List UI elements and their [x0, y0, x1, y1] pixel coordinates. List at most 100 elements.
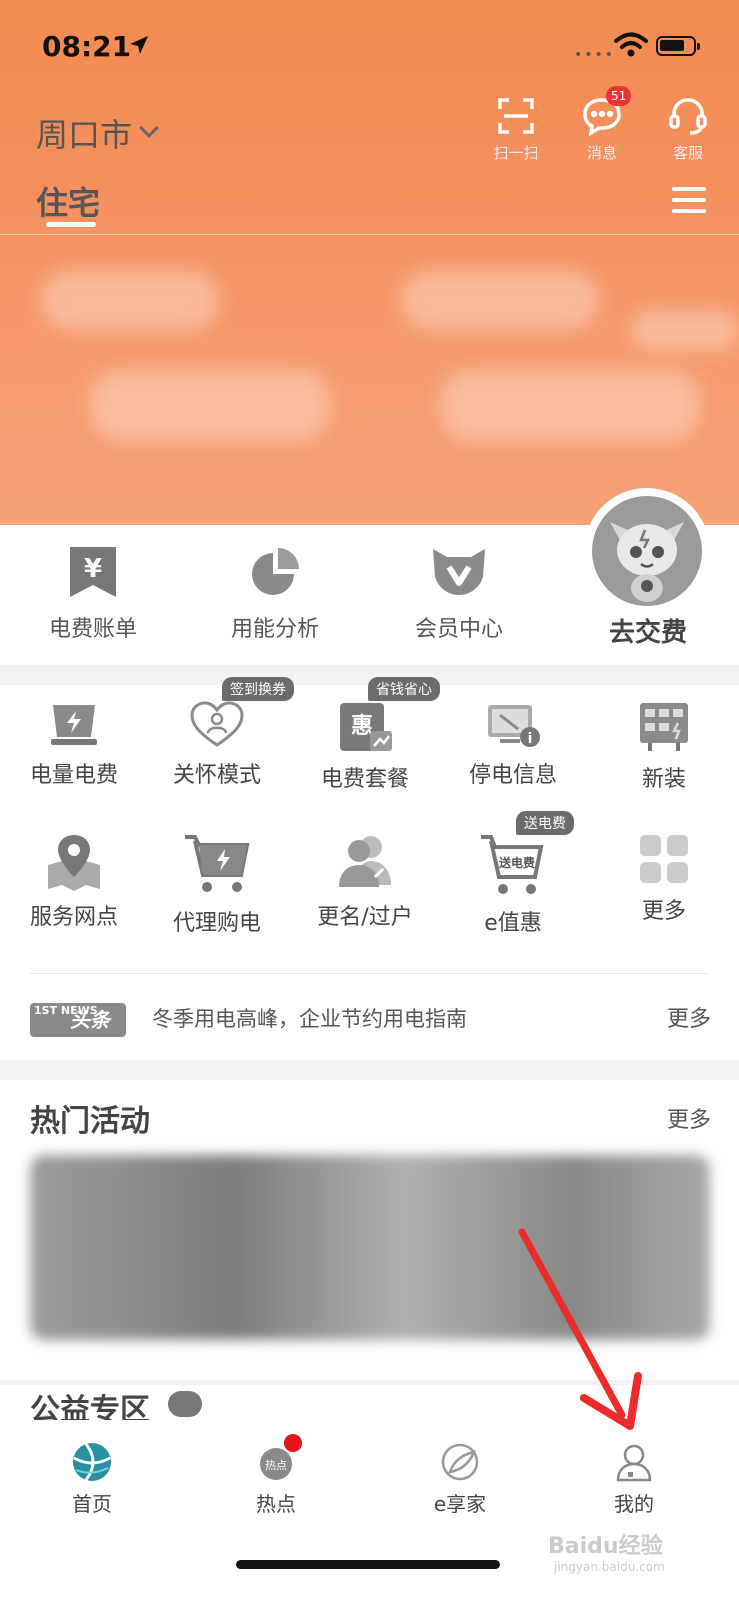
balance-card-blurred — [400, 270, 600, 330]
energy-analysis-label: 用能分析 — [230, 617, 319, 642]
service-outlets[interactable]: 服务网点 — [0, 833, 148, 931]
menu-icon[interactable] — [672, 187, 706, 220]
users-icon — [339, 836, 391, 887]
city-label: 周口市 — [36, 116, 133, 154]
service-label: 电费套餐 — [320, 767, 409, 792]
message-button[interactable]: 51 消息 — [570, 86, 634, 163]
outage-icon: i — [488, 705, 540, 747]
signal-icon: •••• — [574, 47, 616, 63]
service-rename-transfer[interactable]: 更名/过户 — [291, 833, 439, 931]
bill-label: 电费账单 — [48, 617, 137, 642]
scan-icon — [498, 98, 534, 134]
tab-e-home[interactable]: e享家 — [400, 1442, 520, 1517]
tab-label: e享家 — [433, 1492, 487, 1516]
vip-icon — [433, 549, 485, 595]
divider — [30, 973, 709, 974]
balance-info-blurred — [440, 370, 700, 440]
promo-tag: 送电费 — [516, 811, 574, 835]
service-label: 电量电费 — [29, 763, 118, 788]
tab-home[interactable]: 首页 — [32, 1442, 152, 1517]
message-badge: 51 — [606, 86, 632, 106]
news-logo-small: 1ST NEWS — [34, 1004, 98, 1017]
service-outage[interactable]: i 停电信息 — [439, 701, 587, 789]
customer-service-label: 客服 — [672, 144, 703, 162]
status-time: 08:21 — [42, 30, 132, 63]
promo-tag: 签到换券 — [222, 677, 294, 701]
scan-label: 扫一扫 — [493, 144, 539, 162]
news-more-link[interactable]: 更多 — [667, 1001, 711, 1033]
care-heart-icon — [190, 701, 244, 747]
tab-hot[interactable]: 热点 热点 — [216, 1434, 336, 1517]
activity-banner[interactable] — [30, 1155, 710, 1340]
profile-icon — [616, 1444, 652, 1482]
map-pin-icon — [48, 835, 100, 891]
service-label: 更名/过户 — [317, 905, 413, 930]
pay-button[interactable]: 去交费 — [578, 612, 718, 649]
service-e-value[interactable]: 送电费 e值惠 — [439, 833, 587, 937]
tab-active-indicator — [46, 222, 96, 227]
watermark-main: Baidu经验 — [548, 1534, 663, 1559]
header: 08:21 •••• 周口市 扫一扫 51 消息 客服 住宅 — [0, 0, 739, 525]
cart-bolt-icon — [185, 835, 250, 892]
headset-icon — [669, 98, 707, 135]
cart-gift-icon: 送电费 — [481, 835, 544, 894]
customer-service-button[interactable]: 客服 — [656, 96, 720, 163]
service-label: 停电信息 — [468, 763, 557, 788]
heart-badge-icon — [168, 1391, 202, 1417]
service-plan[interactable]: 惠 电费套餐 — [291, 701, 439, 793]
tab-label: 首页 — [72, 1492, 112, 1516]
member-center-button[interactable]: 会员中心 — [384, 545, 534, 643]
mascot-icon — [592, 496, 702, 606]
wifi-icon — [614, 32, 648, 57]
location-arrow-icon — [130, 36, 148, 54]
service-proxy-purchase[interactable]: 代理购电 — [143, 833, 291, 937]
tab-residence[interactable]: 住宅 — [36, 178, 100, 224]
leaf-icon — [441, 1443, 479, 1481]
tab-label: 我的 — [614, 1492, 654, 1516]
news-headline[interactable]: 冬季用电高峰，企业节约用电指南 — [152, 1003, 467, 1033]
svg-text:¥: ¥ — [84, 554, 102, 584]
battery-icon — [656, 36, 700, 56]
mascot-avatar[interactable] — [588, 492, 706, 610]
pie-chart-icon — [252, 548, 299, 595]
home-globe-icon — [73, 1443, 111, 1481]
service-label: e值惠 — [484, 911, 542, 936]
service-electricity[interactable]: 电量电费 — [0, 701, 148, 789]
message-label: 消息 — [586, 144, 617, 162]
service-label: 关怀模式 — [172, 763, 261, 788]
status-bar: 08:21 •••• — [0, 28, 739, 68]
scan-button[interactable]: 扫一扫 — [484, 96, 548, 163]
bill-icon: ¥ — [70, 547, 116, 597]
tab-profile[interactable]: 我的 — [574, 1442, 694, 1517]
home-indicator — [236, 1560, 500, 1569]
service-label: 服务网点 — [29, 905, 118, 930]
account-info-blurred — [90, 370, 330, 440]
header-divider — [0, 234, 739, 235]
news-logo: 1ST NEWS 头条 — [30, 1003, 126, 1037]
services-grid: 电量电费 关怀模式 惠 电费套餐 i 停电信息 新装 服务网点 代理购电 更名/… — [0, 677, 739, 1060]
tab-label: 热点 — [256, 1492, 296, 1516]
city-selector[interactable]: 周口市 — [36, 110, 159, 156]
service-care-mode[interactable]: 关怀模式 — [143, 701, 291, 789]
service-new-install[interactable]: 新装 — [590, 701, 738, 793]
service-more[interactable]: 更多 — [590, 833, 738, 925]
account-card-blurred — [40, 270, 220, 330]
bill-button[interactable]: ¥ 电费账单 — [18, 545, 168, 643]
chevron-down-icon — [139, 118, 159, 138]
energy-analysis-button[interactable]: 用能分析 — [200, 545, 350, 643]
service-label: 新装 — [641, 767, 686, 792]
hot-activities-more-link[interactable]: 更多 — [667, 1102, 711, 1134]
svg-text:i: i — [528, 731, 533, 747]
plan-icon: 惠 — [340, 703, 392, 751]
service-label: 更多 — [641, 899, 686, 924]
svg-text:热点: 热点 — [265, 1459, 287, 1472]
service-label: 代理购电 — [172, 911, 261, 936]
hot-activities-title: 热门活动 — [30, 1104, 150, 1139]
side-pill-blurred — [630, 310, 739, 350]
meter-icon — [640, 703, 688, 751]
hot-activities-section: 热门活动 更多 — [0, 1080, 739, 1380]
public-welfare-section: 公益专区 — [0, 1385, 739, 1428]
grid-icon — [640, 835, 688, 883]
notification-dot — [284, 1434, 302, 1452]
promo-tag: 省钱省心 — [368, 677, 440, 701]
